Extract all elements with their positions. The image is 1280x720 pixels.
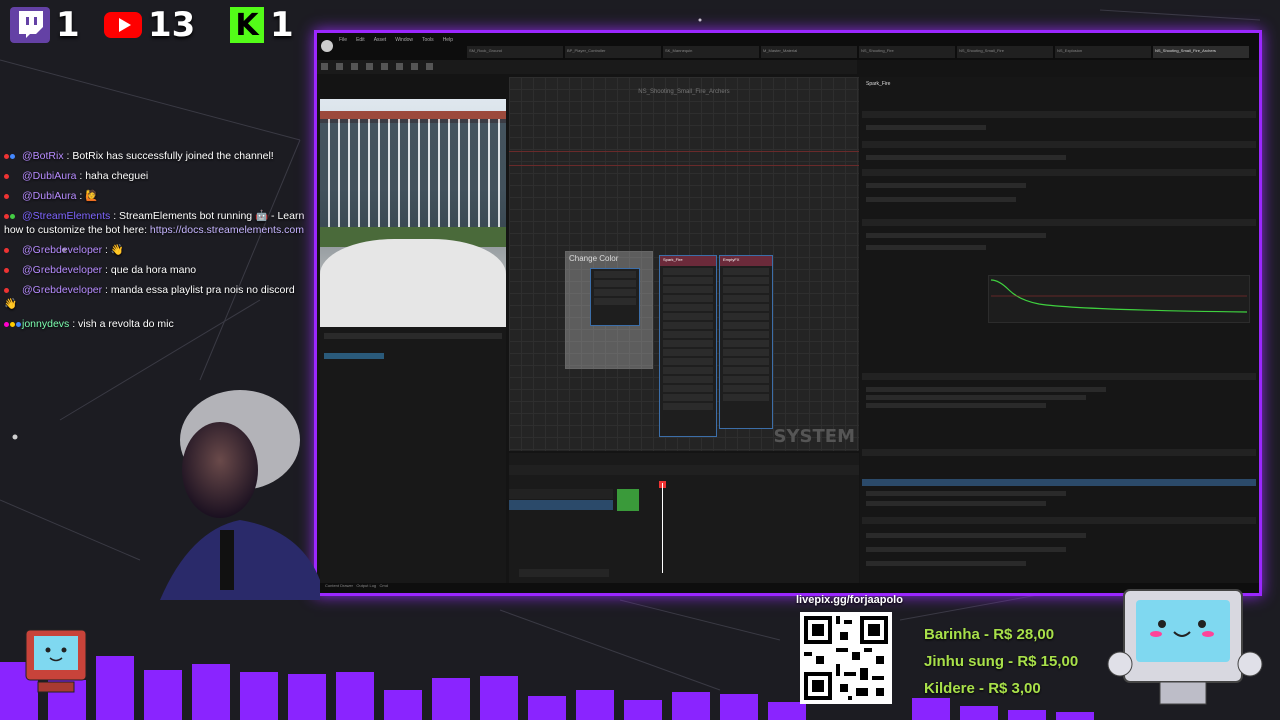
curve-editor[interactable] (988, 275, 1250, 323)
retro-computer-icon (25, 629, 87, 693)
niagara-system-graph[interactable]: NS_Shooting_Small_Fire_Archers Change Co… (509, 77, 859, 451)
compile-icon[interactable] (351, 63, 358, 70)
youtube-icon (104, 12, 142, 38)
settings-icon[interactable] (381, 63, 388, 70)
asset-tab[interactable]: M_Master_Material (761, 46, 857, 58)
chat-message: @DubiAura : 🙋 (0, 186, 310, 206)
audio-visualizer (0, 640, 1280, 720)
menu-help[interactable]: Help (443, 37, 453, 43)
menu-file[interactable]: File (339, 37, 347, 43)
timeline-tracks (509, 489, 613, 519)
cmd-input[interactable]: Cmd (380, 583, 388, 588)
track-row-selected[interactable] (509, 500, 613, 510)
chat-badges-icon (4, 283, 22, 293)
system-watermark: SYSTEM (773, 426, 855, 447)
chat-overlay: @BotRix : BotRix has successfully joined… (0, 146, 310, 334)
donation-entry: Kildere - R$ 3,00 (924, 680, 1041, 697)
menu-tools[interactable]: Tools (422, 37, 434, 43)
building-render (320, 119, 506, 229)
asset-tab[interactable]: BP_Player_Controller (565, 46, 661, 58)
emitter-node-empty[interactable]: EmptyFX (719, 255, 773, 429)
kick-count: 1 (270, 5, 294, 45)
twitch-icon (10, 7, 50, 43)
kick-viewer-count: K 1 (230, 5, 294, 45)
parameters-panel (320, 327, 506, 587)
youtube-viewer-count: 13 (104, 5, 196, 45)
asset-tab[interactable]: SM_Rock_Ground (467, 46, 563, 58)
chat-link[interactable]: https://docs.streamelements.com (150, 224, 304, 236)
track-row[interactable] (509, 489, 613, 499)
selected-property-row[interactable] (862, 479, 1256, 486)
thumbnail-icon[interactable] (411, 63, 418, 70)
asset-tab[interactable]: SK_Mannequin (663, 46, 759, 58)
asset-tab[interactable]: NS_Shooting_Fire (859, 46, 955, 58)
chat-badges-icon (4, 209, 22, 219)
bounds-icon[interactable] (396, 63, 403, 70)
chat-badges-icon (4, 149, 22, 159)
comment-title: Change Color (569, 254, 619, 263)
chat-message: jonnydevs : vish a revolta do mic (0, 314, 310, 334)
chat-message: @Grebdeveloper : 👋 (0, 240, 310, 260)
editor-toolbar (317, 60, 857, 74)
donation-entry: Barinha - R$ 28,00 (924, 626, 1055, 643)
chat-message: @DubiAura : haha cheguei (0, 166, 310, 186)
asset-tab[interactable]: NS_Shooting_Small_Fire (957, 46, 1053, 58)
system-node[interactable] (590, 268, 640, 326)
save-icon[interactable] (321, 63, 328, 70)
floor-render (320, 239, 506, 327)
user-parameter-row[interactable] (324, 353, 384, 359)
asset-tab[interactable]: NS_Explosion (1055, 46, 1151, 58)
chat-message: @Grebdeveloper : que da hora mano (0, 260, 310, 280)
editor-menu-bar: File Edit Asset Window Tools Help (339, 37, 453, 43)
playback-controls[interactable] (519, 569, 609, 577)
details-panel: Spark_Fire (860, 77, 1258, 587)
chat-badges-icon (4, 169, 22, 179)
details-title: Spark_Fire (866, 81, 891, 87)
chat-message: @StreamElements : StreamElements bot run… (4, 209, 305, 236)
comment-box[interactable]: Change Color (565, 251, 653, 369)
livepix-url: livepix.gg/forjaapolo (796, 594, 903, 606)
chat-badges-icon (4, 263, 22, 273)
unreal-editor-capture: File Edit Asset Window Tools Help SM_Roc… (314, 30, 1262, 596)
donation-entry: Jinhu sung - R$ 15,00 (924, 653, 1079, 670)
webcam-feed (160, 390, 320, 600)
graph-title: NS_Shooting_Small_Fire_Archers (638, 89, 730, 95)
chat-message: @BotRix : BotRix has successfully joined… (0, 146, 310, 166)
editor-title-bar: File Edit Asset Window Tools Help SM_Roc… (317, 33, 1259, 60)
chat-badges-icon (4, 317, 22, 327)
asset-tab-active[interactable]: NS_Shooting_Small_Fire_Archers (1153, 46, 1249, 58)
menu-asset[interactable]: Asset (374, 37, 387, 43)
browse-icon[interactable] (336, 63, 343, 70)
kick-icon: K (230, 7, 264, 43)
output-log-button[interactable]: Output Log (356, 583, 376, 588)
preview-viewport[interactable] (320, 99, 506, 327)
unreal-logo-icon (321, 40, 333, 52)
perf-icon[interactable] (426, 63, 433, 70)
asset-tabs: SM_Rock_Ground BP_Player_Controller SK_M… (467, 46, 1249, 58)
twitch-viewer-count: 1 (10, 5, 80, 45)
chat-message: @Grebdeveloper : manda essa playlist pra… (4, 283, 295, 310)
content-drawer-button[interactable]: Content Drawer (325, 583, 353, 588)
menu-edit[interactable]: Edit (356, 37, 365, 43)
playhead-line (662, 483, 663, 573)
track-bar[interactable] (617, 489, 639, 511)
qr-code-icon (800, 612, 892, 704)
parameters-search-input[interactable] (324, 333, 502, 339)
computer-mascot-icon (1107, 589, 1263, 705)
timeline-toolbar (509, 465, 859, 475)
menu-window[interactable]: Window (395, 37, 413, 43)
donations-list: Barinha - R$ 28,00 Jinhu sung - R$ 15,00… (924, 626, 1078, 707)
youtube-count: 13 (148, 5, 196, 45)
chat-badges-icon (4, 243, 22, 253)
sequencer-timeline[interactable] (509, 453, 859, 587)
emitter-node-spark-fire[interactable]: Spark_Fire (659, 255, 717, 437)
chat-badges-icon (4, 189, 22, 199)
play-icon[interactable] (366, 63, 373, 70)
twitch-count: 1 (56, 5, 80, 45)
